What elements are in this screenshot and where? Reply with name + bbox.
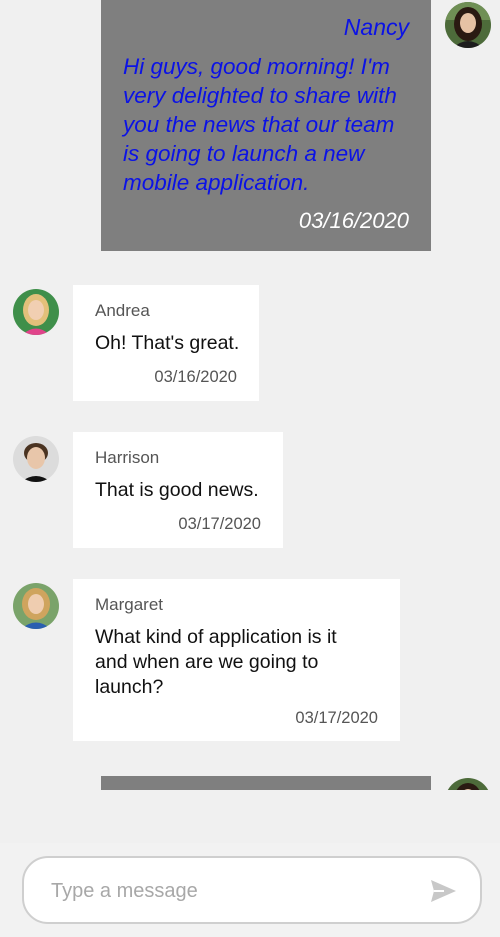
message-composer bbox=[22, 856, 482, 924]
sender-name: Harrison bbox=[95, 448, 160, 467]
avatar-nancy[interactable] bbox=[445, 2, 491, 48]
message-date: 03/17/2020 bbox=[295, 709, 378, 727]
avatar-andrea[interactable] bbox=[13, 289, 59, 335]
avatar-harrison[interactable] bbox=[13, 436, 59, 482]
message-list[interactable]: Nancy Hi guys, good morning! I'm very de… bbox=[0, 0, 500, 790]
avatar-margaret[interactable] bbox=[13, 583, 59, 629]
message-date: 03/16/2020 bbox=[298, 208, 409, 233]
send-button[interactable] bbox=[428, 876, 458, 906]
message-text: Oh! That's great. bbox=[95, 332, 240, 354]
message-text: What kind of application is it and when … bbox=[95, 626, 337, 698]
message-text: Hi guys, good morning! I'm very delighte… bbox=[123, 54, 397, 195]
sender-name: Andrea bbox=[95, 301, 150, 320]
message-bubble-incoming: Andrea Oh! That's great. 03/16/2020 bbox=[73, 285, 259, 401]
message-bubble-incoming: Harrison That is good news. 03/17/2020 bbox=[73, 432, 283, 548]
message-date: 03/16/2020 bbox=[154, 368, 237, 386]
composer-bar bbox=[0, 843, 500, 937]
message-bubble-outgoing-partial bbox=[101, 776, 431, 790]
sender-name: Margaret bbox=[95, 595, 164, 614]
message-bubble-incoming: Margaret What kind of application is it … bbox=[73, 579, 400, 741]
message-input[interactable] bbox=[49, 872, 413, 910]
message-text: That is good news. bbox=[95, 479, 259, 501]
message-date: 03/17/2020 bbox=[178, 515, 261, 533]
send-icon bbox=[431, 880, 456, 902]
message-bubble-outgoing: Nancy Hi guys, good morning! I'm very de… bbox=[101, 0, 431, 251]
avatar-nancy-partial[interactable] bbox=[445, 778, 491, 790]
sender-name: Nancy bbox=[343, 14, 409, 40]
